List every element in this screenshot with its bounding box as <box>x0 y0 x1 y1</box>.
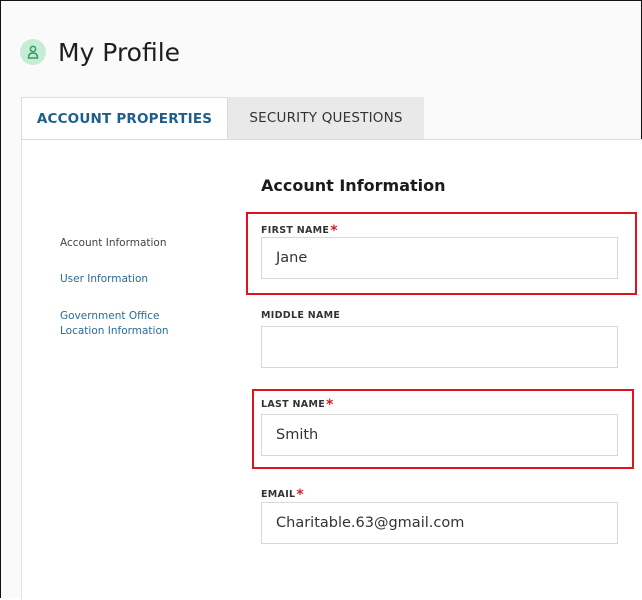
user-icon <box>20 39 46 65</box>
sidebar-item-account-information[interactable]: Account Information <box>60 237 167 249</box>
required-asterisk: * <box>296 487 305 503</box>
page-header: My Profile <box>20 36 180 68</box>
page-title: My Profile <box>58 37 181 67</box>
email-label: EMAIL* <box>261 487 305 503</box>
last-name-field[interactable]: Smith <box>261 414 618 456</box>
sidebar-item-user-information[interactable]: User Information <box>60 273 148 285</box>
email-field[interactable]: Charitable.63@gmail.com <box>261 502 618 544</box>
first-name-field[interactable]: Jane <box>261 237 618 279</box>
tab-account-properties[interactable]: ACCOUNT PROPERTIES <box>21 97 228 140</box>
last-name-label: LAST NAME* <box>261 397 334 413</box>
tab-bar: ACCOUNT PROPERTIES SECURITY QUESTIONS <box>21 97 424 140</box>
sidebar-item-government-office-location[interactable]: Government Office Location Information <box>60 309 180 339</box>
section-heading: Account Information <box>261 176 446 195</box>
required-asterisk: * <box>325 397 334 413</box>
tab-security-questions[interactable]: SECURITY QUESTIONS <box>228 97 424 139</box>
first-name-label: FIRST NAME* <box>261 223 338 239</box>
middle-name-field[interactable] <box>261 326 618 368</box>
middle-name-label: MIDDLE NAME <box>261 310 341 321</box>
